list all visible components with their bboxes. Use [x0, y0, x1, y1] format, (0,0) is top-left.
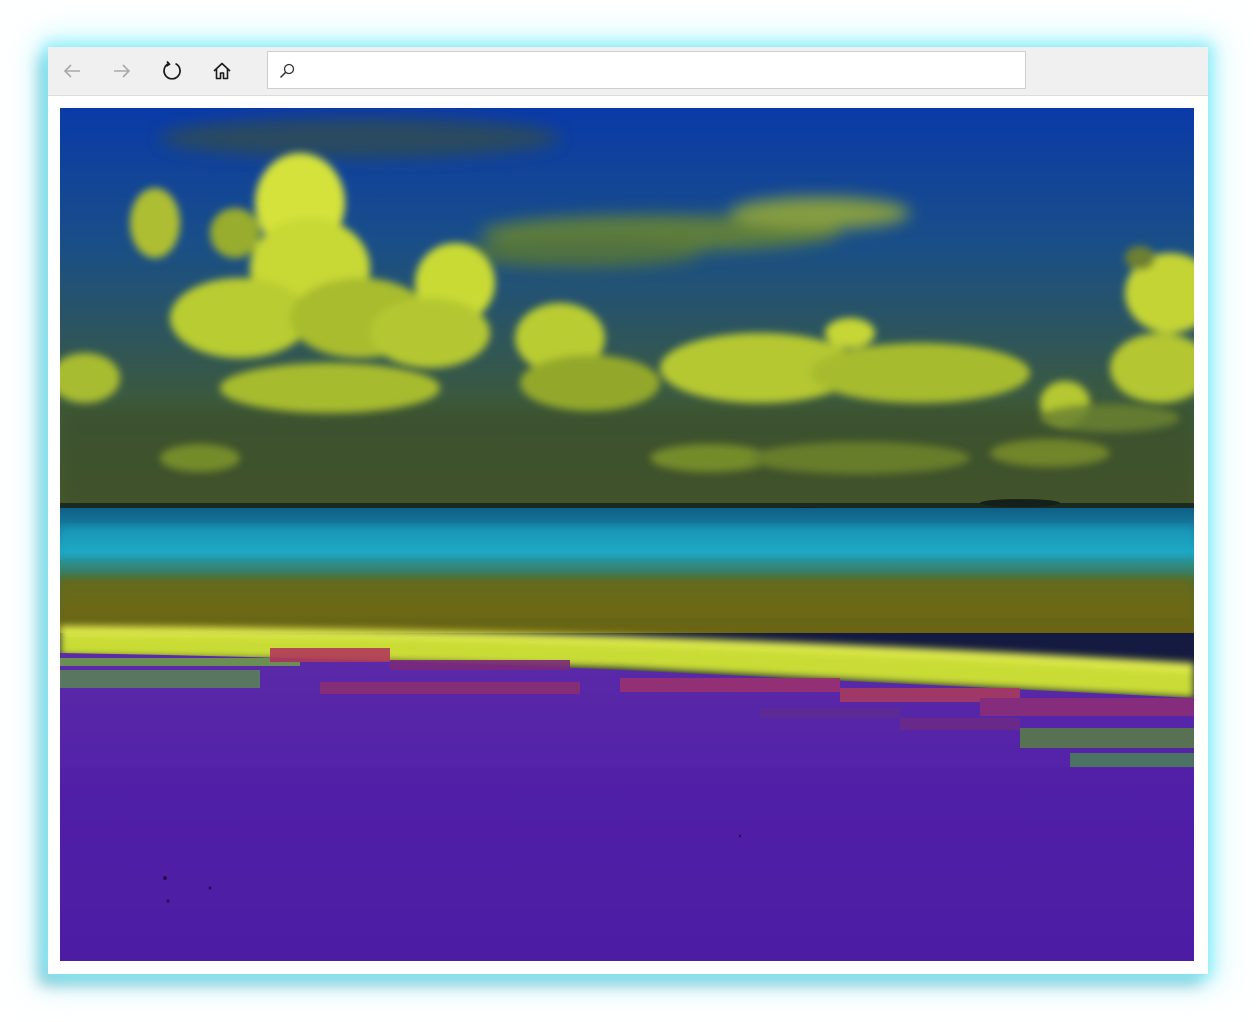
back-button[interactable]	[54, 53, 90, 89]
arrow-left-icon	[63, 64, 80, 78]
arrow-right-icon	[114, 64, 131, 78]
page-content	[60, 108, 1194, 961]
search-icon	[279, 63, 295, 79]
address-input[interactable]	[304, 56, 1014, 84]
browser-toolbar	[48, 47, 1208, 96]
beach-photo	[60, 108, 1194, 961]
address-bar[interactable]	[267, 51, 1026, 89]
home-icon	[213, 62, 231, 80]
reload-button[interactable]	[154, 53, 190, 89]
reload-icon	[163, 60, 181, 80]
browser-window	[48, 47, 1208, 974]
home-button[interactable]	[204, 53, 240, 89]
forward-button[interactable]	[104, 53, 140, 89]
